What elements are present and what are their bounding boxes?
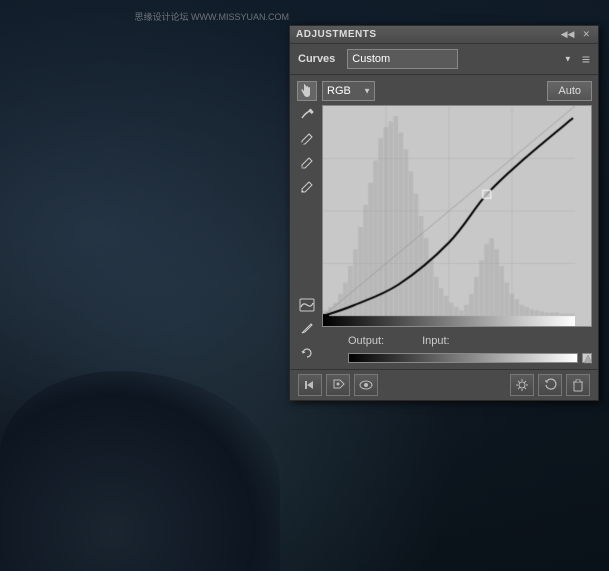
input-label: Input:: [422, 335, 450, 347]
wave-tool-btn[interactable]: [297, 295, 317, 315]
curve-toolbar: RGB Red Green Blue Auto: [322, 81, 592, 101]
curve-canvas: [323, 106, 575, 326]
pencil-alt-icon: [300, 322, 314, 336]
target-icon: [331, 378, 345, 392]
visibility-btn[interactable]: [354, 374, 378, 396]
preset-select[interactable]: CustomDefaultStrong ContrastLinear Contr…: [347, 49, 458, 69]
gradient-bar-right: [582, 353, 592, 363]
prev-state-icon: [303, 379, 317, 391]
reset-icon: [543, 378, 557, 392]
rotate-btn[interactable]: [297, 343, 317, 363]
pencil-curve-btn[interactable]: [297, 105, 317, 125]
pencil-curve-icon: [300, 108, 314, 122]
eye-icon: [359, 379, 373, 391]
footer-left: [298, 374, 378, 396]
footer-right: [510, 374, 590, 396]
panel-title: ADJUSTMENTS: [296, 29, 377, 40]
pointer-icon: [299, 83, 315, 99]
output-label: Output:: [348, 335, 384, 347]
channel-select-wrapper: RGB Red Green Blue: [322, 81, 375, 101]
close-button[interactable]: ✕: [580, 29, 592, 40]
pointer-tool-btn[interactable]: [297, 81, 317, 101]
reset-btn[interactable]: [538, 374, 562, 396]
channel-select[interactable]: RGB Red Green Blue: [322, 81, 375, 101]
collapse-button[interactable]: ◀◀: [559, 29, 577, 40]
wave-icon: [299, 298, 315, 312]
panel-titlebar: ADJUSTMENTS ◀◀ ✕: [290, 26, 598, 44]
target-btn[interactable]: [326, 374, 350, 396]
rotate-icon: [300, 346, 314, 360]
auto-button[interactable]: Auto: [547, 81, 592, 101]
delete-btn[interactable]: [566, 374, 590, 396]
adjustments-panel: ADJUSTMENTS ◀◀ ✕ Curves CustomDefaultStr…: [289, 25, 599, 401]
curve-area: RGB Red Green Blue Auto Output: Input:: [322, 81, 592, 363]
panel-footer: [290, 369, 598, 400]
trash-icon: [571, 378, 585, 392]
watermark: 思缘设计论坛 WWW.MISSYUAN.COM: [135, 10, 290, 23]
curves-label: Curves: [298, 53, 335, 65]
eyedropper-white-icon: [300, 180, 314, 194]
curves-header: Curves CustomDefaultStrong ContrastLinea…: [290, 44, 598, 75]
preset-select-wrapper: CustomDefaultStrong ContrastLinear Contr…: [341, 49, 576, 69]
eyedropper-black-btn[interactable]: [297, 129, 317, 149]
prev-state-btn[interactable]: [298, 374, 322, 396]
gradient-bar-row: [322, 353, 592, 363]
settings-btn[interactable]: [510, 374, 534, 396]
pencil-alt-btn[interactable]: [297, 319, 317, 339]
panel-title-controls: ◀◀ ✕: [559, 29, 592, 40]
left-tools: [296, 81, 318, 363]
panel-content: RGB Red Green Blue Auto Output: Input:: [290, 75, 598, 369]
panel-menu-icon[interactable]: ≡: [582, 51, 590, 67]
gradient-bar: [348, 353, 578, 363]
output-input-row: Output: Input:: [322, 331, 592, 349]
curve-canvas-wrapper[interactable]: [322, 105, 592, 327]
triangle-icon: [583, 354, 593, 364]
eyedropper-gray-btn[interactable]: [297, 153, 317, 173]
eyedropper-white-btn[interactable]: [297, 177, 317, 197]
eyedropper-gray-icon: [300, 156, 314, 170]
eyedropper-black-icon: [300, 132, 314, 146]
gear-icon: [515, 378, 529, 392]
